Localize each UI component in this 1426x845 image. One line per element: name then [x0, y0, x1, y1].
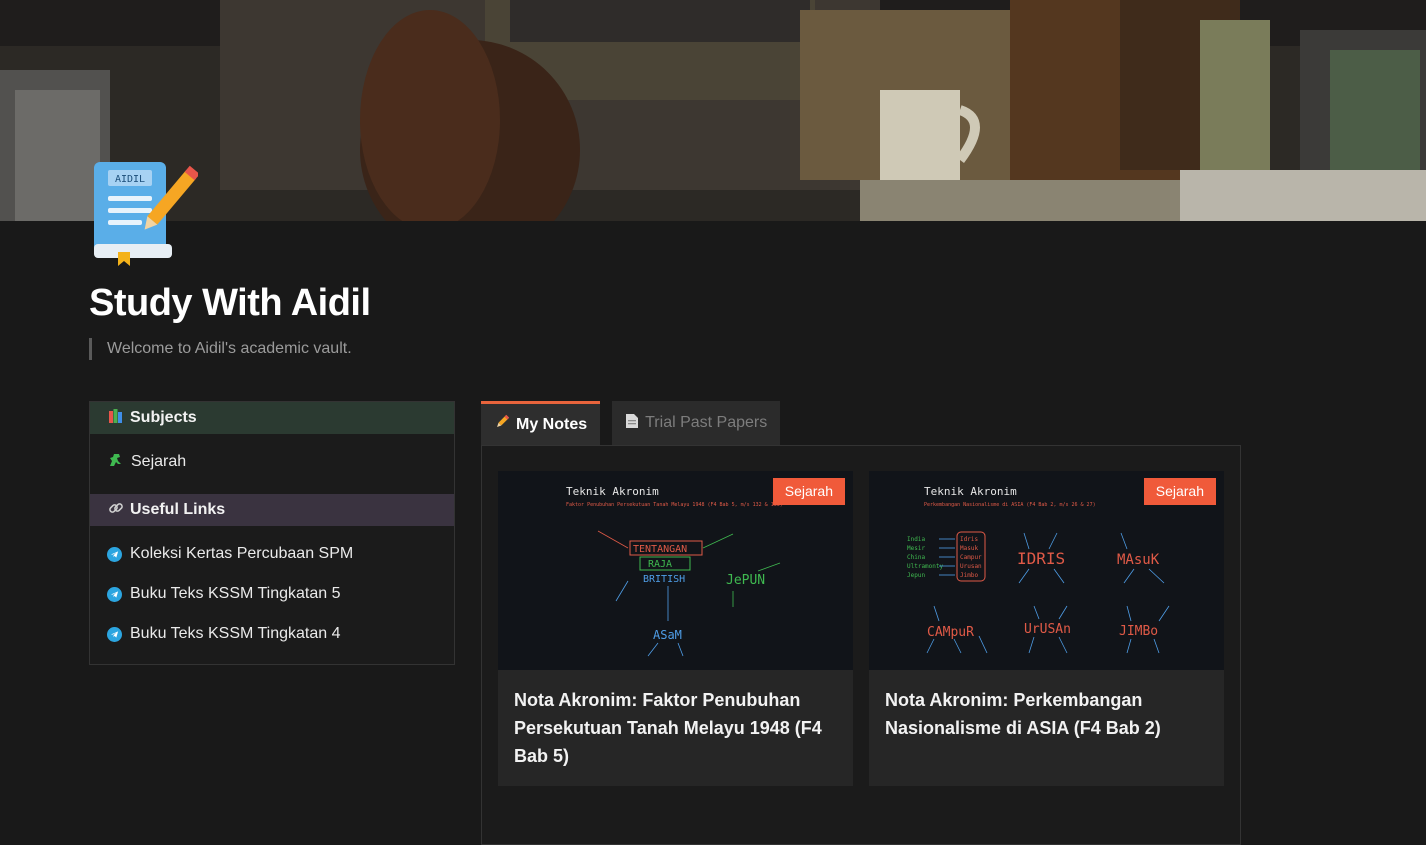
tab-my-notes[interactable]: My Notes	[481, 401, 601, 445]
svg-text:AIDIL: AIDIL	[115, 174, 145, 185]
thumb-word: TENTANGAN	[633, 544, 687, 555]
thumb-word: MAsuK	[1117, 552, 1160, 568]
books-icon	[108, 408, 124, 429]
note-card[interactable]: Teknik Akronim Faktor Penubuhan Persekut…	[498, 471, 853, 786]
thumb-box-acronym: Idris	[960, 536, 978, 543]
notebook-pencil-icon: AIDIL	[88, 156, 200, 268]
thumb-word: IDRIS	[1017, 549, 1065, 568]
card-thumbnail: Teknik Akronim Faktor Penubuhan Persekut…	[498, 471, 853, 670]
tab-label: My Notes	[516, 415, 588, 433]
thumb-box-word: India	[907, 536, 925, 543]
thumb-word: ASaM	[653, 628, 682, 642]
thumb-box-acronym: Jimbo	[960, 572, 978, 579]
useful-links-header: Useful Links	[90, 494, 454, 526]
tab-trial-past-papers[interactable]: Trial Past Papers	[612, 401, 781, 445]
cover-image	[0, 0, 1426, 221]
view-tabs: My Notes Trial Past Papers	[481, 401, 781, 445]
sidebar-item-label: Sejarah	[131, 453, 187, 470]
thumb-word: UrUSAn	[1024, 622, 1071, 637]
thumb-word: CAMpuR	[927, 625, 974, 640]
sidebar: Subjects Sejarah Useful Links Koleksi Ke…	[89, 401, 455, 665]
thumb-word: JIMBo	[1119, 624, 1158, 639]
telegram-icon	[107, 626, 122, 642]
subjects-header-label: Subjects	[130, 409, 197, 426]
thumb-box-acronym: Masuk	[960, 545, 978, 552]
thumb-subheading: Faktor Penubuhan Persekutuan Tanah Melay…	[566, 502, 783, 508]
thumb-word: RAJA	[648, 559, 672, 570]
card-thumbnail: Teknik Akronim Perkembangan Nasionalisme…	[869, 471, 1224, 670]
telegram-icon	[107, 546, 122, 562]
thumb-box-word: Ultramonty	[907, 563, 944, 570]
note-card[interactable]: Teknik Akronim Perkembangan Nasionalisme…	[869, 471, 1224, 786]
thumb-box-acronym: Campur	[960, 554, 982, 561]
tab-label: Trial Past Papers	[645, 414, 768, 431]
telegram-icon	[107, 586, 122, 602]
useful-links-list: Koleksi Kertas Percubaan SPM Buku Teks K…	[90, 534, 454, 654]
cover-illustration	[0, 0, 1426, 221]
card-title: Nota Akronim: Perkembangan Nasionalisme …	[885, 690, 1161, 738]
thumb-subheading: Perkembangan Nasionalisme di ASIA (F4 Ba…	[924, 502, 1096, 508]
thumb-word: BRITISH	[643, 574, 685, 585]
link-buku-teks-tingkatan-5[interactable]: Buku Teks KSSM Tingkatan 5	[90, 574, 454, 614]
useful-links-header-label: Useful Links	[130, 501, 226, 518]
link-koleksi-kertas-percubaan[interactable]: Koleksi Kertas Percubaan SPM	[90, 534, 454, 574]
subject-badge: Sejarah	[772, 478, 845, 505]
dinosaur-icon	[107, 452, 123, 473]
thumb-box-word: China	[907, 554, 925, 561]
page-title: Study With Aidil	[89, 282, 371, 324]
notes-gallery: Teknik Akronim Faktor Penubuhan Persekut…	[481, 445, 1241, 845]
link-label: Buku Teks KSSM Tingkatan 4	[130, 625, 341, 642]
page-quote: Welcome to Aidil's academic vault.	[89, 338, 352, 360]
pencil-icon	[494, 414, 510, 435]
thumb-word: JePUN	[726, 573, 765, 588]
subject-badge: Sejarah	[1143, 478, 1216, 505]
link-label: Buku Teks KSSM Tingkatan 5	[130, 585, 341, 602]
link-buku-teks-tingkatan-4[interactable]: Buku Teks KSSM Tingkatan 4	[90, 614, 454, 654]
link-label: Koleksi Kertas Percubaan SPM	[130, 545, 354, 562]
thumb-heading: Teknik Akronim	[924, 485, 1017, 498]
card-title: Nota Akronim: Faktor Penubuhan Persekutu…	[514, 690, 822, 766]
thumb-box-acronym: Urusan	[960, 563, 982, 570]
thumb-box-word: Jepun	[907, 572, 925, 579]
subjects-header: Subjects	[90, 402, 454, 434]
sidebar-item-sejarah[interactable]: Sejarah	[90, 442, 454, 482]
thumb-heading: Teknik Akronim	[566, 485, 659, 498]
link-icon	[108, 500, 124, 521]
thumb-box-word: Mesir	[907, 545, 925, 552]
document-icon	[625, 413, 639, 434]
